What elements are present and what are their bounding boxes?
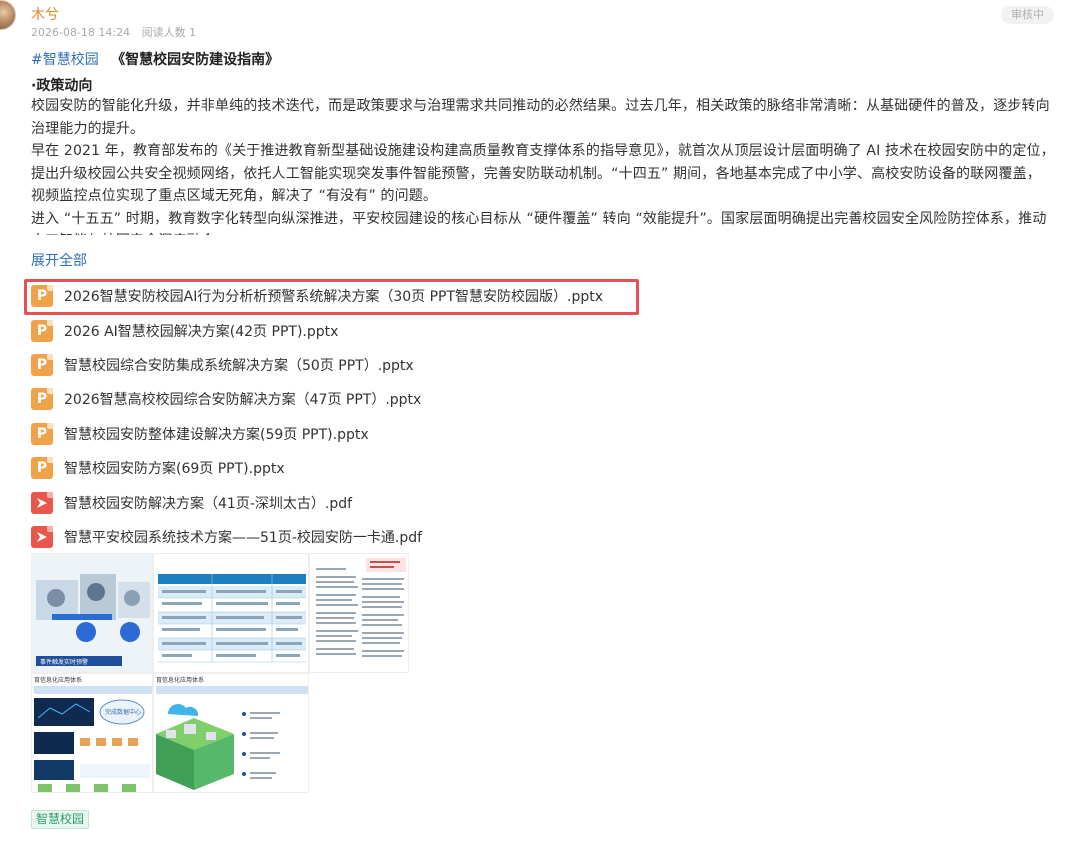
attachment-item[interactable]: P 2026 AI智慧校园解决方案(42页 PPT).pptx: [31, 313, 651, 347]
author-name[interactable]: 木兮: [31, 4, 59, 24]
attachment-item[interactable]: 智慧平安校园系统技术方案——51页-校园安防一卡通.pdf: [31, 520, 651, 554]
image-thumbnail[interactable]: 育信息化应用体系 完成数据中心: [31, 673, 153, 793]
image-thumbnail[interactable]: 育信息化应用体系: [153, 673, 309, 793]
post-title-line: #智慧校园 《智慧校园安防建设指南》: [31, 49, 279, 69]
hashtag-link[interactable]: #智慧校园: [31, 52, 99, 68]
topic-tag[interactable]: 智慧校园: [31, 810, 90, 829]
post-meta: 2026-08-18 14:24 阅读人数 1: [31, 24, 196, 40]
post-body: 校园安防的智能化升级，并非单纯的技术迭代，而是政策要求与治理需求共同推动的必然结…: [31, 95, 1055, 235]
expand-all-link[interactable]: 展开全部: [31, 250, 87, 270]
paragraph: 早在 2021 年，教育部发布的《关于推进教育新型基础设施建设构建高质量教育支撑…: [31, 143, 1055, 204]
image-thumbnail[interactable]: 事件触发实时预警: [31, 553, 153, 673]
thumbnail-heading: 育信息化应用体系: [34, 676, 82, 684]
attachment-name[interactable]: 智慧平安校园系统技术方案——51页-校园安防一卡通.pdf: [64, 527, 422, 547]
attachment-item[interactable]: P 2026智慧安防校园AI行为分析析预警系统解决方案（30页 PPT智慧安防校…: [24, 279, 651, 315]
post-date: 2026-08-18 14:24: [31, 26, 131, 39]
thumbnail-heading: 育信息化应用体系: [156, 676, 204, 684]
ppt-file-icon: P: [31, 319, 53, 342]
image-thumbnail[interactable]: [153, 553, 309, 673]
attachment-name[interactable]: 智慧校园安防整体建设解决方案(59页 PPT).pptx: [64, 424, 369, 444]
ppt-file-icon: P: [31, 353, 53, 376]
attachment-item[interactable]: P 2026智慧高校校园综合安防解决方案（47页 PPT）.pptx: [31, 382, 651, 416]
attachment-name[interactable]: 智慧校园安防方案(69页 PPT).pptx: [64, 458, 285, 478]
attachment-name[interactable]: 智慧校园安防解决方案（41页-深圳太古）.pdf: [64, 493, 352, 513]
ppt-file-icon: P: [31, 285, 53, 308]
ppt-file-icon: P: [31, 422, 53, 445]
ppt-file-icon: P: [31, 457, 53, 480]
attachment-name[interactable]: 2026 AI智慧校园解决方案(42页 PPT).pptx: [64, 321, 338, 341]
status-badge: 审核中: [1001, 6, 1054, 24]
attachment-name[interactable]: 2026智慧高校校园综合安防解决方案（47页 PPT）.pptx: [64, 389, 421, 409]
thumbnail-caption: 事件触发实时预警: [40, 658, 88, 666]
view-count: 阅读人数 1: [141, 26, 197, 39]
image-thumbnail[interactable]: [309, 553, 409, 673]
attachment-item[interactable]: P 智慧校园综合安防集成系统解决方案（50页 PPT）.pptx: [31, 348, 651, 382]
post-card: 木兮 2026-08-18 14:24 阅读人数 1 审核中 #智慧校园 《智慧…: [0, 0, 1080, 841]
attachment-item[interactable]: P 智慧校园安防整体建设解决方案(59页 PPT).pptx: [31, 417, 651, 451]
attachment-name[interactable]: 智慧校园综合安防集成系统解决方案（50页 PPT）.pptx: [64, 355, 414, 375]
thumbnail-label: 完成数据中心: [105, 708, 141, 716]
pdf-file-icon: [31, 525, 53, 548]
attachment-item[interactable]: P 智慧校园安防方案(69页 PPT).pptx: [31, 451, 651, 485]
avatar[interactable]: [0, 0, 16, 30]
section-heading: ·政策动向: [31, 78, 93, 94]
book-title: 《智慧校园安防建设指南》: [111, 52, 280, 68]
image-grid: 事件触发实时预警 育信息化应用体系 完成数据中心 育信息化应用体系: [31, 553, 409, 793]
pdf-file-icon: [31, 491, 53, 514]
attachment-name[interactable]: 2026智慧安防校园AI行为分析析预警系统解决方案（30页 PPT智慧安防校园版…: [64, 286, 603, 306]
paragraph: 校园安防的智能化升级，并非单纯的技术迭代，而是政策要求与治理需求共同推动的必然结…: [31, 98, 1050, 137]
attachment-item[interactable]: 智慧校园安防解决方案（41页-深圳太古）.pdf: [31, 485, 651, 519]
paragraph: 进入 “十五五” 时期，教育数字化转型向纵深推进，平安校园建设的核心目标从 “硬…: [31, 210, 1047, 236]
attachment-list: P 2026智慧安防校园AI行为分析析预警系统解决方案（30页 PPT智慧安防校…: [24, 279, 651, 554]
ppt-file-icon: P: [31, 388, 53, 411]
